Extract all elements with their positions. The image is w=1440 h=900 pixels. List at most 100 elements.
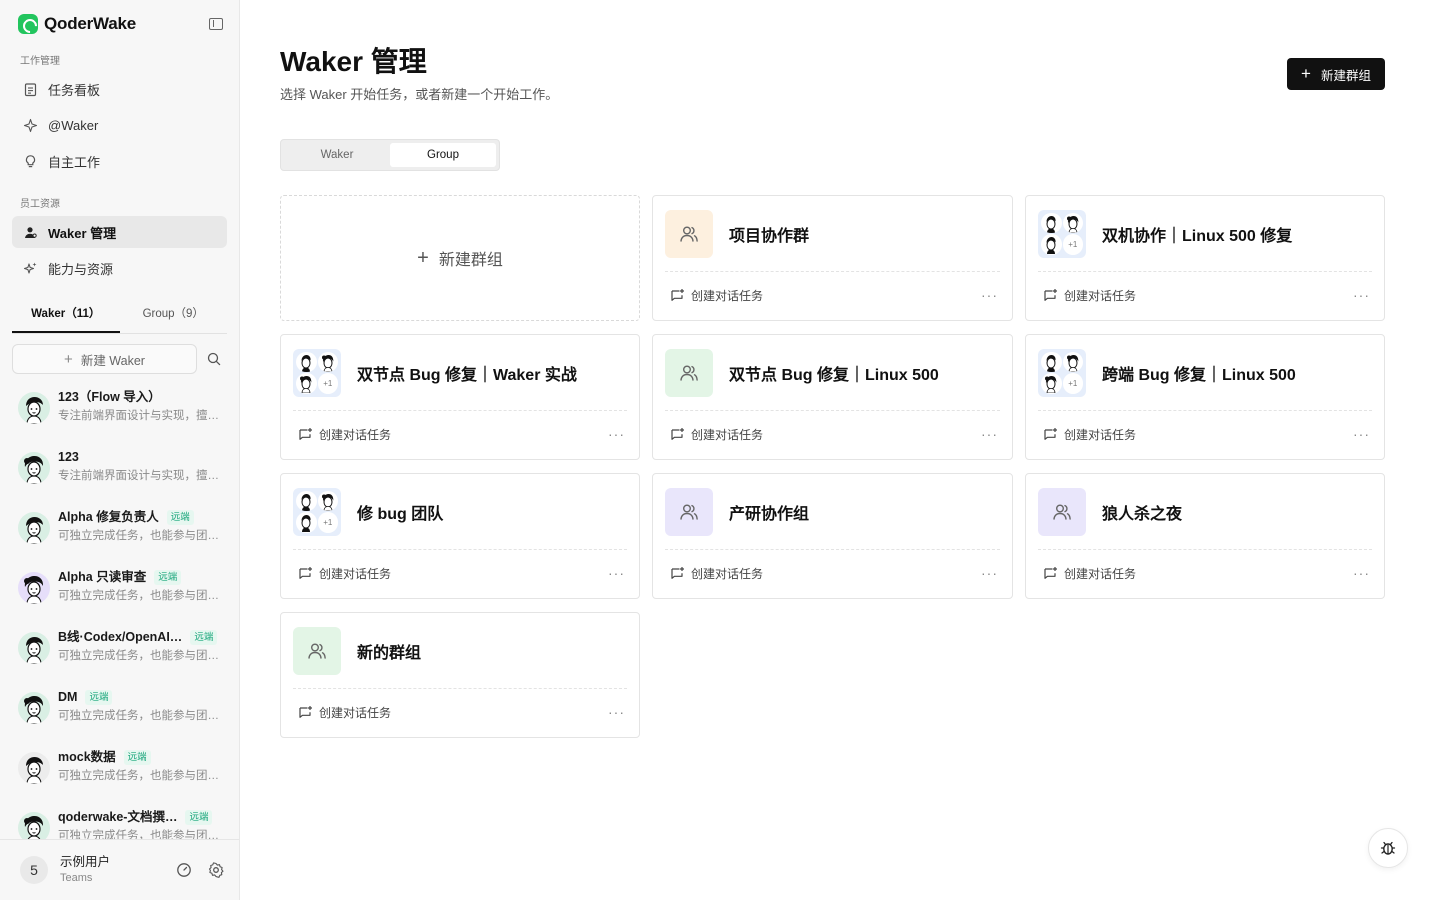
create-task-button[interactable]: 创建对话任务	[670, 426, 763, 443]
more-icon[interactable]: ···	[606, 565, 627, 581]
group-users-icon	[665, 348, 713, 397]
more-icon[interactable]: ···	[979, 287, 1000, 303]
waker-avatar	[18, 632, 50, 664]
group-title: 新的群组	[357, 644, 422, 662]
more-icon[interactable]: ···	[979, 565, 1000, 581]
group-users-icon	[665, 209, 713, 258]
sidebar-item-sparkle[interactable]: @Waker	[12, 109, 227, 141]
new-group-card[interactable]: + 新建群组	[280, 195, 640, 321]
group-card-header: +1 修 bug 团队	[293, 474, 627, 550]
sidebar-collapse-icon[interactable]	[209, 18, 223, 30]
waker-list-item[interactable]: Alpha 只读审查 远端 可独立完成任务，也能参与团队…	[0, 560, 239, 620]
group-card-footer: 创建对话任务 ···	[281, 689, 639, 737]
group-card[interactable]: +1 修 bug 团队创建对话任务 ···	[280, 473, 640, 599]
new-chat-icon	[298, 566, 313, 581]
extra-members-count: +1	[317, 373, 338, 394]
create-task-label: 创建对话任务	[319, 705, 392, 720]
bug-report-icon[interactable]	[1368, 828, 1408, 868]
create-task-label: 创建对话任务	[691, 427, 764, 442]
more-icon[interactable]: ···	[1351, 426, 1372, 442]
qoderwake-logo-icon	[18, 14, 38, 34]
waker-name-row: Alpha 只读审查 远端	[58, 568, 227, 586]
group-card[interactable]: +1 跨端 Bug 修复｜Linux 500 创建对话任务 ···	[1025, 334, 1385, 460]
gauge-icon[interactable]	[175, 861, 193, 879]
new-chat-icon	[670, 427, 685, 442]
group-card-header: 狼人杀之夜	[1038, 474, 1372, 550]
sparkle-icon	[22, 117, 38, 133]
create-task-label: 创建对话任务	[1064, 288, 1137, 303]
group-users-icon	[665, 487, 713, 536]
member-avatar	[1041, 234, 1062, 255]
member-avatar	[296, 512, 317, 533]
waker-name-row: mock数据 远端	[58, 748, 227, 766]
group-card-footer: 创建对话任务 ···	[1026, 411, 1384, 459]
sidebar-item-stars[interactable]: 能力与资源	[12, 252, 227, 284]
waker-list-item[interactable]: mock数据 远端可独立完成任务，也能参与团队…	[0, 740, 239, 800]
more-icon[interactable]: ···	[1351, 565, 1372, 581]
group-card[interactable]: 新的群组创建对话任务 ···	[280, 612, 640, 738]
create-task-button[interactable]: 创建对话任务	[298, 704, 391, 721]
user-avatar[interactable]: 5	[20, 856, 48, 884]
group-card[interactable]: +1 双节点 Bug 修复｜Waker 实战创建对话任务 ···	[280, 334, 640, 460]
remote-badge: 远端	[123, 749, 151, 765]
group-avatar-stack: +1	[293, 348, 341, 397]
new-chat-icon	[298, 705, 313, 720]
sidebar-item-bulb[interactable]: 自主工作	[12, 145, 227, 177]
create-task-button[interactable]: 创建对话任务	[670, 565, 763, 582]
waker-description: 可独立完成任务，也能参与团队…	[58, 770, 227, 782]
waker-list-item[interactable]: B线·Codex/OpenAI… 远端 可独立完成任务，也能参与团队…	[0, 620, 239, 680]
waker-name: Alpha 修复负责人	[58, 510, 159, 524]
more-icon[interactable]: ···	[1351, 287, 1372, 303]
group-card-header: 项目协作群	[665, 196, 1000, 272]
sidebar-tab-waker[interactable]: Waker（11）	[12, 296, 120, 333]
waker-list-item[interactable]: Alpha 修复负责人 远端 可独立完成任务，也能参与团队…	[0, 500, 239, 560]
group-card[interactable]: 项目协作群创建对话任务 ···	[652, 195, 1013, 321]
group-card[interactable]: 产研协作组创建对话任务 ···	[652, 473, 1013, 599]
member-avatar	[296, 490, 317, 511]
brand-name: QoderWake	[44, 14, 137, 33]
create-task-button[interactable]: 创建对话任务	[1043, 287, 1136, 304]
waker-description: 可独立完成任务，也能参与团队…	[58, 530, 227, 542]
group-card-header: +1 双节点 Bug 修复｜Waker 实战	[293, 335, 627, 411]
user-name: 示例用户	[60, 855, 111, 869]
sidebar: QoderWake 工作管理 任务看板 @Waker 自主工作 员工资源 Waker…	[0, 0, 240, 900]
segment-waker[interactable]: Waker	[284, 143, 390, 167]
group-card-header: 产研协作组	[665, 474, 1000, 550]
new-waker-button[interactable]: + 新建 Waker	[12, 344, 197, 374]
view-switch: Waker Group	[280, 139, 500, 171]
group-title: 双节点 Bug 修复｜Linux 500	[729, 366, 939, 384]
create-task-button[interactable]: 创建对话任务	[298, 426, 391, 443]
group-card[interactable]: 狼人杀之夜创建对话任务 ···	[1025, 473, 1385, 599]
sidebar-item-clipboard[interactable]: 任务看板	[12, 73, 227, 105]
create-task-button[interactable]: 创建对话任务	[298, 565, 391, 582]
new-group-card-label: 新建群组	[438, 252, 503, 269]
group-title: 修 bug 团队	[357, 505, 444, 523]
sidebar-tab-group[interactable]: Group（9）	[120, 296, 228, 333]
group-card-footer: 创建对话任务 ···	[1026, 272, 1384, 320]
user-team: Teams	[60, 872, 93, 884]
waker-list-item[interactable]: DM 远端 可独立完成任务，也能参与团队…	[0, 680, 239, 740]
section-label-staff: 员工资源	[20, 199, 60, 210]
waker-list-item[interactable]: 123 专注前端界面设计与实现，擅长…	[0, 440, 239, 500]
create-task-button[interactable]: 创建对话任务	[1043, 565, 1136, 582]
group-card[interactable]: +1 双机协作｜Linux 500 修复创建对话任务 ···	[1025, 195, 1385, 321]
waker-list-item[interactable]: 123（Flow 导入） 专注前端界面设计与实现，擅长…	[0, 380, 239, 440]
waker-text: DM 远端 可独立完成任务，也能参与团队…	[58, 688, 227, 726]
search-icon[interactable]	[201, 346, 227, 372]
group-card[interactable]: 双节点 Bug 修复｜Linux 500 创建对话任务 ···	[652, 334, 1013, 460]
sidebar-item-person[interactable]: Waker 管理	[12, 216, 227, 248]
gear-icon[interactable]	[207, 861, 225, 879]
group-title: 双节点 Bug 修复｜Waker 实战	[357, 366, 577, 384]
waker-name: qoderwake-文档撰…	[58, 810, 178, 824]
member-avatar	[1062, 212, 1083, 233]
create-task-button[interactable]: 创建对话任务	[1043, 426, 1136, 443]
more-icon[interactable]: ···	[979, 426, 1000, 442]
more-icon[interactable]: ···	[606, 426, 627, 442]
segment-group[interactable]: Group	[390, 143, 496, 167]
group-card-header: +1 双机协作｜Linux 500 修复	[1038, 196, 1372, 272]
waker-name: Alpha 只读审查	[58, 570, 147, 584]
create-task-button[interactable]: 创建对话任务	[670, 287, 763, 304]
person-icon	[22, 224, 38, 240]
more-icon[interactable]: ···	[606, 704, 627, 720]
new-group-button[interactable]: + 新建群组	[1287, 58, 1385, 90]
